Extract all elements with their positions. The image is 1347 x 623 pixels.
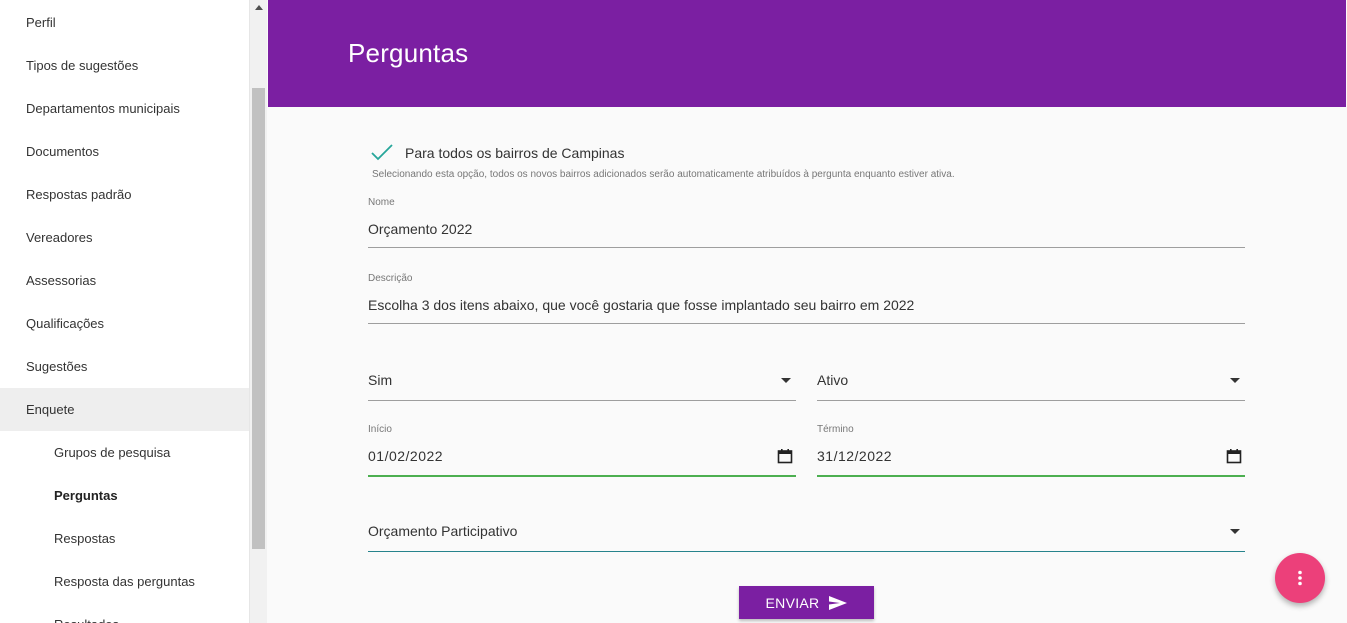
end-date-field[interactable]: Término 31/12/2022 xyxy=(817,424,1245,477)
name-input[interactable]: Orçamento 2022 xyxy=(368,221,472,237)
sidebar-item-sugestoes[interactable]: Sugestões xyxy=(0,345,249,388)
start-date-input[interactable]: 01/02/2022 xyxy=(368,448,443,464)
sidebar-item-tipos-de-sugestoes[interactable]: Tipos de sugestões xyxy=(0,44,249,87)
check-icon xyxy=(371,144,393,161)
sidebar-item-documentos[interactable]: Documentos xyxy=(0,130,249,173)
fab-more-button[interactable] xyxy=(1275,553,1325,603)
sidebar-item-enquete[interactable]: Enquete xyxy=(0,388,249,431)
page-header: Perguntas xyxy=(268,0,1346,107)
description-underline xyxy=(368,323,1245,324)
sidebar-subitem-resultados[interactable]: Resultados xyxy=(0,603,249,623)
all-neighborhoods-helper: Selecionando esta opção, todos os novos … xyxy=(372,169,955,180)
page-title: Perguntas xyxy=(348,38,469,68)
start-date-label: Início xyxy=(368,424,392,435)
send-icon xyxy=(829,595,848,610)
caret-down-icon xyxy=(1230,378,1240,383)
sidebar-item-vereadores[interactable]: Vereadores xyxy=(0,216,249,259)
sidebar-item-qualificacoes[interactable]: Qualificações xyxy=(0,302,249,345)
caret-down-icon xyxy=(1230,529,1240,534)
research-group-select[interactable]: Orçamento Participativo xyxy=(368,516,1245,552)
start-date-field[interactable]: Início 01/02/2022 xyxy=(368,424,796,477)
yes-no-select-value: Sim xyxy=(368,372,393,388)
status-select-underline xyxy=(817,400,1245,401)
research-group-select-value: Orçamento Participativo xyxy=(368,523,518,539)
end-date-input[interactable]: 31/12/2022 xyxy=(817,448,892,464)
caret-down-icon xyxy=(781,378,791,383)
name-field[interactable]: Nome Orçamento 2022 xyxy=(368,197,1245,249)
name-underline xyxy=(368,247,1245,248)
yes-no-select[interactable]: Sim xyxy=(368,365,796,401)
submit-button-label: ENVIAR xyxy=(765,594,820,611)
description-label: Descrição xyxy=(368,273,413,284)
sidebar: Perfil Tipos de sugestões Departamentos … xyxy=(0,0,250,623)
sidebar-subitem-perguntas[interactable]: Perguntas xyxy=(0,474,249,517)
start-date-underline xyxy=(368,475,796,477)
submit-button[interactable]: ENVIAR xyxy=(739,586,874,619)
sidebar-item-departamentos-municipais[interactable]: Departamentos municipais xyxy=(0,87,249,130)
description-field[interactable]: Descrição Escolha 3 dos itens abaixo, qu… xyxy=(368,273,1245,325)
status-select-value: Ativo xyxy=(817,372,849,388)
name-label: Nome xyxy=(368,197,395,208)
sidebar-scrollbar[interactable] xyxy=(250,0,267,623)
scroll-up-arrow-icon[interactable] xyxy=(250,0,267,17)
sidebar-item-assessorias[interactable]: Assessorias xyxy=(0,259,249,302)
sidebar-nav: Perfil Tipos de sugestões Departamentos … xyxy=(0,1,249,623)
sidebar-item-respostas-padrao[interactable]: Respostas padrão xyxy=(0,173,249,216)
all-neighborhoods-checkbox[interactable]: Para todos os bairros de Campinas xyxy=(368,143,624,163)
sidebar-item-perfil[interactable]: Perfil xyxy=(0,1,249,44)
end-date-label: Término xyxy=(817,424,854,435)
sidebar-subitem-resposta-das-perguntas[interactable]: Resposta das perguntas xyxy=(0,560,249,603)
calendar-icon[interactable] xyxy=(1226,448,1242,464)
all-neighborhoods-label: Para todos os bairros de Campinas xyxy=(405,145,625,161)
research-group-underline xyxy=(368,551,1245,552)
more-vert-icon xyxy=(1298,570,1302,586)
status-select[interactable]: Ativo xyxy=(817,365,1245,401)
calendar-icon[interactable] xyxy=(777,448,793,464)
yes-no-select-underline xyxy=(368,400,796,401)
end-date-underline xyxy=(817,475,1245,477)
description-input[interactable]: Escolha 3 dos itens abaixo, que você gos… xyxy=(368,297,914,313)
scrollbar-thumb[interactable] xyxy=(252,88,265,549)
sidebar-subitem-respostas[interactable]: Respostas xyxy=(0,517,249,560)
sidebar-subitem-grupos-de-pesquisa[interactable]: Grupos de pesquisa xyxy=(0,431,249,474)
